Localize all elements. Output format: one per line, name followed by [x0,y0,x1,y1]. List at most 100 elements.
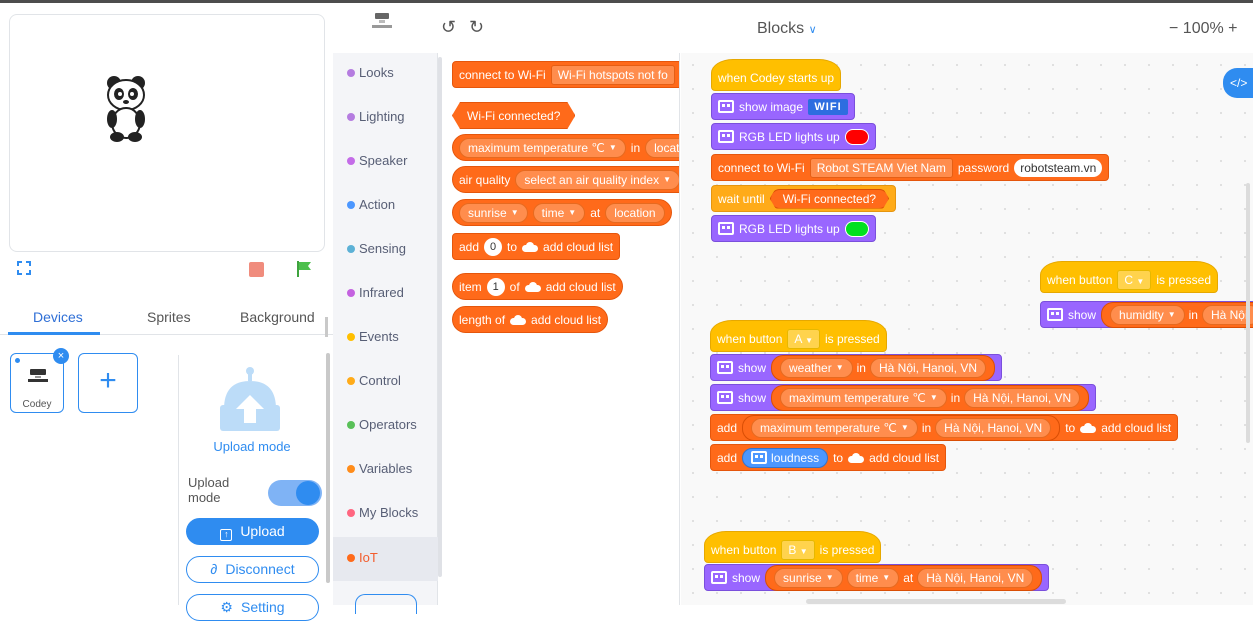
hat-when-button-c[interactable]: when button C ▼ is pressed [1040,261,1219,293]
value-input[interactable]: 0 [484,237,503,256]
wifi-connected-condition[interactable]: Wi-Fi connected? [770,189,889,209]
connected-dot [15,358,20,363]
location-field[interactable]: Hà Nội, Hanoi, VN [935,417,1052,438]
hat-when-codey-starts[interactable]: when Codey starts up [711,59,842,91]
zoom-out-button[interactable]: − [1169,20,1178,37]
category-my-blocks[interactable]: My Blocks [333,499,438,529]
hat-when-button-a[interactable]: when button A ▼ is pressed [710,320,887,352]
wifi-hotspot-dropdown[interactable]: Wi-Fi hotspots not fo [550,64,675,85]
canvas-vertical-scrollbar[interactable] [1246,183,1250,443]
air-quality-dropdown[interactable]: select an air quality index ▼ [515,169,679,190]
location-field[interactable]: Hà Nội, Hanoi, VN [917,567,1034,588]
hat-when-button-b[interactable]: when button B ▼ is pressed [704,531,882,563]
category-sensing[interactable]: Sensing [333,235,438,265]
block-add-loudness-to-list[interactable]: add loudness to add cloud list [710,444,947,471]
block-item-of-list[interactable]: item 1 of add cloud list [452,273,623,300]
block-show-weather[interactable]: show weather ▼ in Hà Nội, Hanoi, VN [710,354,1003,381]
block-add-max-temp-to-list[interactable]: add maximum temperature ℃ ▼ in Hà Nội, Ha… [710,414,1179,441]
panda-sprite[interactable] [104,75,148,143]
block-sunrise-time[interactable]: sunrise ▼ time ▼ at location [452,199,672,226]
block-air-quality[interactable]: air quality select an air quality index ▼ [452,166,679,193]
password-input[interactable]: robotsteam.vn [1014,158,1103,177]
block-wifi-connected[interactable]: Wi-Fi connected? [452,102,575,129]
codey-device-icon[interactable] [371,11,393,37]
block-connect-wifi[interactable]: connect to Wi-Fi Wi-Fi hotspots not fo [452,61,679,88]
flyout-scrollbar[interactable] [438,57,442,577]
button-dropdown[interactable]: B ▼ [781,540,815,560]
humidity-reporter[interactable]: humidity ▼ in Hà Nội, [1101,301,1253,328]
tabs-scrollbar[interactable] [325,317,328,337]
upload-mode-toggle[interactable] [268,480,322,506]
remove-device-icon[interactable]: × [53,348,69,364]
stage[interactable] [9,14,325,252]
loudness-reporter[interactable]: loudness [742,447,829,468]
category-speaker[interactable]: Speaker [333,147,438,177]
add-device-button[interactable]: + [78,353,138,413]
block-show-humidity[interactable]: show humidity ▼ in Hà Nội, [1040,301,1253,328]
weather-type-dropdown[interactable]: humidity ▼ [1110,304,1185,325]
weather-type-dropdown[interactable]: weather ▼ [780,357,853,378]
script-canvas[interactable]: when Codey starts up show image WIFI RGB… [681,53,1253,605]
redo-icon[interactable]: ↻ [469,17,484,38]
category-events[interactable]: Events [333,323,438,353]
block-show-image[interactable]: show image WIFI [711,93,856,120]
time-dropdown[interactable]: time ▼ [846,567,900,588]
block-max-temperature[interactable]: maximum temperature ℃ ▼ in locat [452,134,679,161]
location-field[interactable]: locat [645,137,679,158]
green-flag-icon[interactable] [295,260,313,278]
category-infrared[interactable]: Infrared [333,279,438,309]
block-show-sunrise[interactable]: show sunrise ▼ time ▼ at Hà Nội, Hanoi, VN [704,564,1050,591]
color-picker-green[interactable] [844,220,869,237]
location-field[interactable]: Hà Nội, Hanoi, VN [869,357,987,378]
category-operators[interactable]: Operators [333,411,438,441]
category-lighting[interactable]: Lighting [333,103,438,133]
tab-background[interactable]: Background [240,309,315,325]
fullscreen-icon[interactable] [17,261,31,275]
left-panel-scrollbar[interactable] [326,353,330,583]
index-input[interactable]: 1 [486,277,505,296]
block-rgb-led-green[interactable]: RGB LED lights up [711,215,876,242]
max-temp-dropdown[interactable]: maximum temperature ℃ ▼ [751,417,918,438]
sunrise-dropdown[interactable]: sunrise ▼ [459,202,528,223]
image-picker[interactable]: WIFI [808,98,849,115]
block-wait-until[interactable]: wait until Wi-Fi connected? [711,185,897,212]
block-text: of [509,279,520,294]
device-card-codey[interactable]: Codey × [10,348,69,413]
time-dropdown[interactable]: time ▼ [532,202,586,223]
tab-sprites[interactable]: Sprites [147,309,191,325]
block-connect-wifi[interactable]: connect to Wi-Fi Robot STEAM Viet Nam pa… [711,154,1110,181]
canvas-horizontal-scrollbar[interactable] [806,599,1066,604]
extension-button[interactable] [355,594,417,614]
button-dropdown[interactable]: A ▼ [787,329,820,349]
max-temp-reporter[interactable]: maximum temperature ℃ ▼ in Hà Nội, Hanoi,… [742,414,1061,441]
stop-icon[interactable] [249,262,264,277]
category-looks[interactable]: Looks [333,59,438,89]
location-field[interactable]: location [605,202,665,223]
zoom-in-button[interactable]: + [1228,20,1237,37]
category-control[interactable]: Control [333,367,438,397]
sunrise-reporter[interactable]: sunrise ▼ time ▼ at Hà Nội, Hanoi, VN [765,564,1043,591]
max-temp-dropdown[interactable]: maximum temperature ℃ ▼ [780,387,947,408]
sunrise-dropdown[interactable]: sunrise ▼ [774,567,843,588]
category-iot[interactable]: IoT [333,537,438,581]
block-add-to-list[interactable]: add 0 to add cloud list [452,233,621,260]
setting-button[interactable]: ⚙ Setting [186,594,319,621]
undo-icon[interactable]: ↺ [441,17,456,38]
button-dropdown[interactable]: C ▼ [1117,270,1152,290]
code-view-button[interactable]: </> [1223,68,1253,98]
editor-mode-dropdown[interactable]: Blocks ∨ [757,20,817,38]
block-length-of-list[interactable]: length of add cloud list [452,306,609,333]
ssid-field[interactable]: Robot STEAM Viet Nam [809,157,953,178]
block-rgb-led-red[interactable]: RGB LED lights up [711,123,876,150]
max-temp-reporter[interactable]: maximum temperature ℃ ▼ in Hà Nội, Hanoi,… [771,384,1090,411]
max-temp-dropdown[interactable]: maximum temperature ℃ ▼ [459,137,626,158]
category-action[interactable]: Action [333,191,438,221]
color-picker-red[interactable] [844,128,869,145]
block-show-max-temp[interactable]: show maximum temperature ℃ ▼ in Hà Nội, H… [710,384,1097,411]
weather-reporter[interactable]: weather ▼ in Hà Nội, Hanoi, VN [771,354,996,381]
upload-button[interactable]: ↑ Upload [186,518,319,545]
disconnect-button[interactable]: ∂ Disconnect [186,556,319,583]
location-field[interactable]: Hà Nội, Hanoi, VN [964,387,1081,408]
category-variables[interactable]: Variables [333,455,438,485]
tab-devices[interactable]: Devices [33,309,83,325]
